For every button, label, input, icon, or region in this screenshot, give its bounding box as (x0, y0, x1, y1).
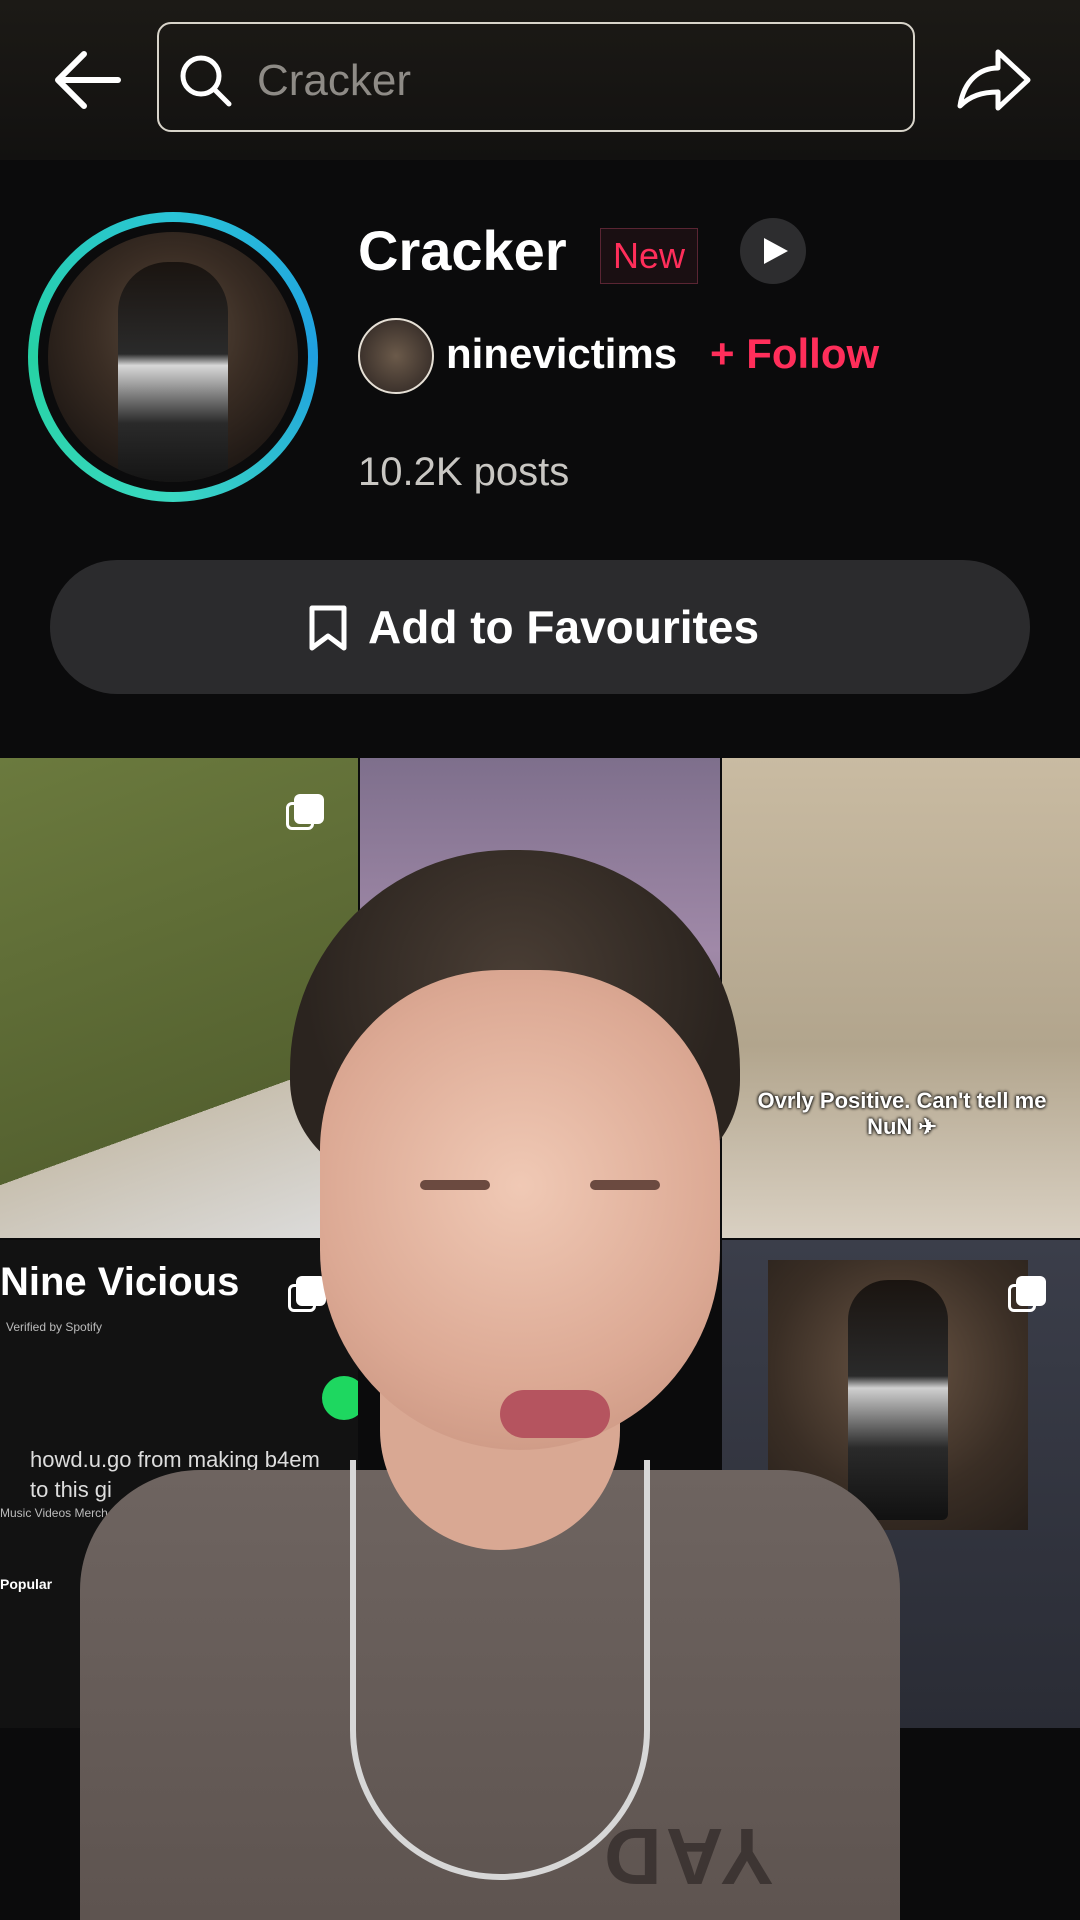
follow-button[interactable]: + Follow (710, 330, 879, 378)
sound-cover-avatar[interactable] (28, 212, 318, 502)
search-input[interactable]: Cracker (157, 22, 915, 132)
creator-avatar[interactable] (358, 318, 434, 394)
face (320, 970, 720, 1450)
share-button[interactable] (950, 40, 1034, 120)
search-query: Cracker (257, 56, 412, 105)
search-icon (180, 55, 232, 107)
back-arrow-icon (55, 51, 121, 109)
share-icon (957, 49, 1031, 111)
creator-username[interactable]: ninevictims (446, 330, 677, 378)
multi-photo-icon (286, 794, 324, 832)
play-icon (764, 238, 788, 264)
sound-title: Cracker (358, 219, 567, 282)
new-badge: New (600, 228, 699, 284)
posts-count: 10.2K posts (358, 450, 570, 494)
popular-heading: Popular (0, 1576, 53, 1592)
back-button[interactable] (48, 40, 128, 120)
multi-photo-icon (1008, 1276, 1046, 1314)
shirt-print: YAD (600, 1812, 774, 1901)
creator-video-overlay: YAD (80, 850, 900, 1920)
play-button[interactable] (740, 218, 806, 284)
add-to-favourites-button[interactable]: Add to Favourites (50, 560, 1030, 694)
bookmark-icon (309, 605, 347, 651)
add-to-favourites-label: Add to Favourites (368, 601, 760, 653)
